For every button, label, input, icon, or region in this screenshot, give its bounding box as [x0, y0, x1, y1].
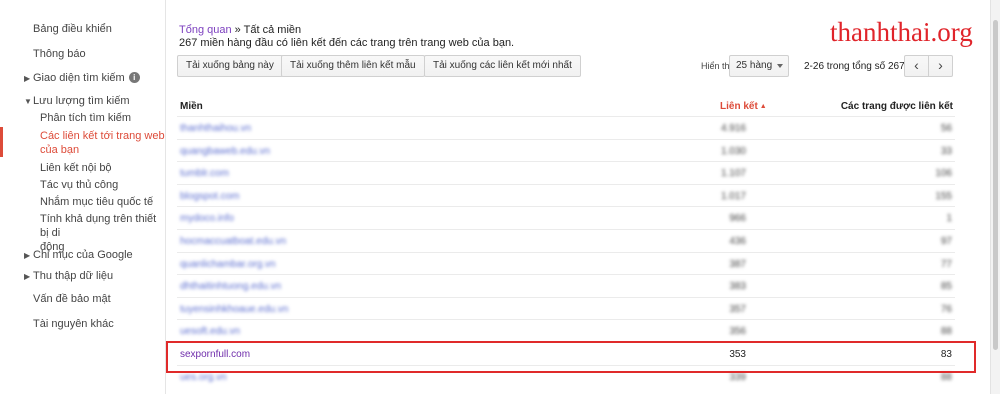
linked-pages-count: 77 [940, 258, 952, 270]
sidebar-item-label: của bạn [40, 144, 80, 156]
domain-link[interactable]: uesoft.edu.vn [180, 326, 240, 337]
sort-asc-icon: ▲ [759, 103, 767, 110]
linked-pages-count: 155 [935, 190, 952, 202]
sidebar-subitem-manual-actions[interactable]: Tác vụ thủ công [40, 178, 118, 192]
domain-link[interactable]: quangbaweb.edu.vn [180, 146, 270, 157]
sidebar-item-crawl[interactable]: ▶ Thu thập dữ liệu [24, 270, 113, 282]
active-indicator [0, 127, 3, 157]
rows-per-page-select[interactable]: 25 hàng [729, 55, 789, 77]
links-count: 436 [729, 236, 746, 247]
links-count: 1.030 [720, 145, 746, 157]
linked-pages-count: 1 [946, 213, 952, 225]
linked-pages-count: 76 [940, 303, 952, 315]
breadcrumb-current: Tất cả miền [243, 24, 302, 36]
links-count: 357 [729, 303, 746, 315]
sidebar-item-label: Thu thập dữ liệu [33, 270, 114, 282]
scrollbar[interactable] [990, 0, 1000, 394]
sidebar-item-notifications[interactable]: Thông báo [33, 48, 86, 60]
sidebar-subitem-search-analytics[interactable]: Phân tích tìm kiếm [40, 111, 131, 125]
linked-pages-count: 33 [940, 145, 952, 157]
breadcrumb-separator: » [234, 24, 241, 36]
linked-pages-count: 88 [940, 371, 952, 383]
download-table-button[interactable]: Tải xuống bảng này [177, 55, 283, 77]
links-count: 1.017 [720, 190, 746, 202]
linked-pages-count: 56 [940, 123, 952, 134]
sidebar-subitem-mobile-usability[interactable]: Tính khả dụng trên thiết bị di động [40, 212, 165, 254]
domain-link[interactable]: thanhthaihou.vn [180, 123, 251, 134]
table-row: thanhthaihou.vn 4.916 56 [177, 116, 955, 139]
sidebar-item-search-appearance[interactable]: ▶ Giao diện tìm kiếm i [24, 72, 140, 84]
domain-link[interactable]: blogspot.com [180, 191, 239, 202]
table-row: quangbaweb.edu.vn 1.030 33 [177, 138, 955, 162]
sidebar: Bảng điều khiển Thông báo ▶ Giao diện tìm… [0, 0, 166, 394]
table-row: hocmaccuatboat.edu.vn 436 97 [177, 229, 955, 252]
sidebar-item-label: Tính khả dụng trên thiết bị di [40, 213, 157, 239]
breadcrumb-link-overview[interactable]: Tổng quan [179, 24, 232, 36]
show-rows-label: Hiển thị [701, 61, 732, 71]
chevron-right-icon: › [938, 57, 943, 73]
domain-link[interactable]: tumblr.com [180, 168, 229, 179]
table-row: dhthaitinhtuong.edu.vn 383 85 [177, 274, 955, 297]
sidebar-item-search-traffic[interactable]: ▼Lưu lượng tìm kiếm [24, 95, 130, 107]
table-row: uesoft.edu.vn 356 88 [177, 319, 955, 342]
linked-pages-count: 106 [935, 168, 952, 180]
sidebar-subitem-links-to-site[interactable]: Các liên kết tới trang web của bạn [40, 129, 165, 157]
sidebar-item-dashboard[interactable]: Bảng điều khiển [33, 23, 112, 35]
domain-link[interactable]: dhthaitinhtuong.edu.vn [180, 281, 281, 292]
column-header-domain[interactable]: Miền [180, 101, 203, 112]
chevron-right-icon: ▶ [24, 272, 31, 281]
linked-pages-count: 85 [940, 281, 952, 293]
highlight-box [166, 341, 976, 373]
watermark: thanhthai.org [830, 17, 973, 47]
chevron-right-icon: ▶ [24, 251, 31, 260]
table-row: tumblr.com 1.107 106 [177, 161, 955, 184]
domain-link[interactable]: ues.org.vn [180, 372, 227, 383]
sidebar-item-label: Các liên kết tới trang web [40, 130, 165, 142]
domain-link[interactable]: tuyensinhkhoaue.edu.vn [180, 304, 288, 315]
caret-down-icon [777, 64, 783, 68]
column-header-links[interactable]: Liên kết ▲ [720, 101, 767, 112]
column-header-linked-pages[interactable]: Các trang được liên kết [841, 101, 953, 112]
next-page-button[interactable]: › [928, 55, 953, 77]
domain-link[interactable]: mydoco.info [180, 213, 234, 224]
links-count: 356 [729, 326, 746, 338]
select-value: 25 hàng [736, 60, 773, 71]
download-latest-links-button[interactable]: Tải xuống các liên kết mới nhất [424, 55, 581, 77]
sidebar-subitem-internal-links[interactable]: Liên kết nội bộ [40, 161, 112, 175]
linked-pages-count: 97 [940, 236, 952, 247]
info-icon[interactable]: i [128, 72, 140, 83]
links-count: 339 [729, 371, 746, 383]
table-row: quanlichambar.org.vn 387 77 [177, 251, 955, 275]
scrollbar-thumb[interactable] [993, 20, 998, 350]
page-range: 2-26 trong tổng số 267 [804, 61, 905, 72]
links-count: 383 [729, 281, 746, 293]
domain-link[interactable]: quanlichambar.org.vn [180, 259, 276, 270]
sidebar-item-google-index[interactable]: ▶ Chỉ mục của Google [24, 249, 133, 261]
download-more-samples-button[interactable]: Tải xuống thêm liên kết mẫu [281, 55, 425, 77]
sidebar-subitem-international-targeting[interactable]: Nhắm mục tiêu quốc tế [40, 195, 153, 209]
chevron-right-icon: ▶ [24, 74, 31, 83]
table-row: mydoco.info 966 1 [177, 206, 955, 229]
chevron-down-icon: ▼ [24, 97, 32, 106]
domain-link[interactable]: hocmaccuatboat.edu.vn [180, 236, 286, 247]
table-row: tuyensinhkhoaue.edu.vn 357 76 [177, 296, 955, 320]
prev-page-button[interactable]: ‹ [904, 55, 929, 77]
sidebar-item-label: Lưu lượng tìm kiếm [33, 95, 130, 107]
chevron-left-icon: ‹ [914, 57, 919, 73]
column-header-label: Liên kết [720, 101, 758, 112]
sidebar-item-label: Giao diện tìm kiếm [33, 72, 125, 84]
linked-pages-count: 88 [940, 326, 952, 338]
links-count: 1.107 [720, 168, 746, 180]
breadcrumb: Tổng quan » Tất cả miền [179, 24, 301, 36]
links-count: 966 [729, 213, 746, 225]
links-count: 387 [729, 258, 746, 270]
sidebar-item-other-resources[interactable]: Tài nguyên khác [33, 318, 114, 330]
sidebar-item-security-issues[interactable]: Vấn đề bảo mật [33, 293, 111, 305]
sidebar-item-label: Chỉ mục của Google [33, 249, 133, 261]
table-row: blogspot.com 1.017 155 [177, 183, 955, 207]
page-summary: 267 miền hàng đầu có liên kết đến các tr… [179, 37, 515, 49]
links-count: 4.916 [720, 123, 746, 134]
